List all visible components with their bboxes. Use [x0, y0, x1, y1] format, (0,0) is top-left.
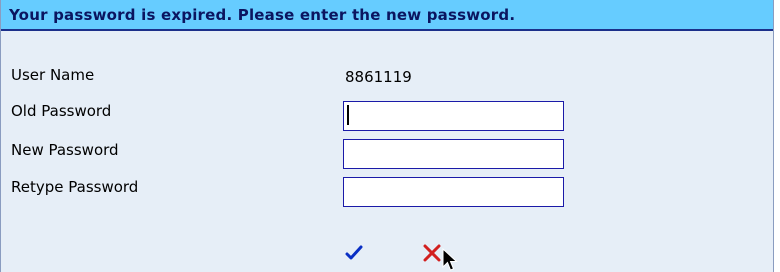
old-password-label: Old Password — [11, 102, 112, 120]
dialog-title-bar: Your password is expired. Please enter t… — [1, 0, 773, 31]
checkmark-icon — [345, 245, 363, 260]
old-password-field[interactable] — [343, 101, 564, 131]
retype-password-label: Retype Password — [11, 178, 139, 196]
x-icon — [423, 244, 441, 262]
new-password-label: New Password — [11, 141, 119, 159]
dialog-title: Your password is expired. Please enter t… — [9, 6, 516, 24]
retype-password-field[interactable] — [343, 177, 564, 207]
user-name-label: User Name — [11, 66, 95, 84]
mouse-pointer-icon — [442, 248, 458, 271]
new-password-field[interactable] — [343, 139, 564, 169]
password-expired-dialog: Your password is expired. Please enter t… — [0, 0, 774, 272]
user-name-value: 8861119 — [345, 68, 412, 86]
text-caret — [347, 105, 349, 125]
ok-button[interactable] — [341, 240, 367, 266]
